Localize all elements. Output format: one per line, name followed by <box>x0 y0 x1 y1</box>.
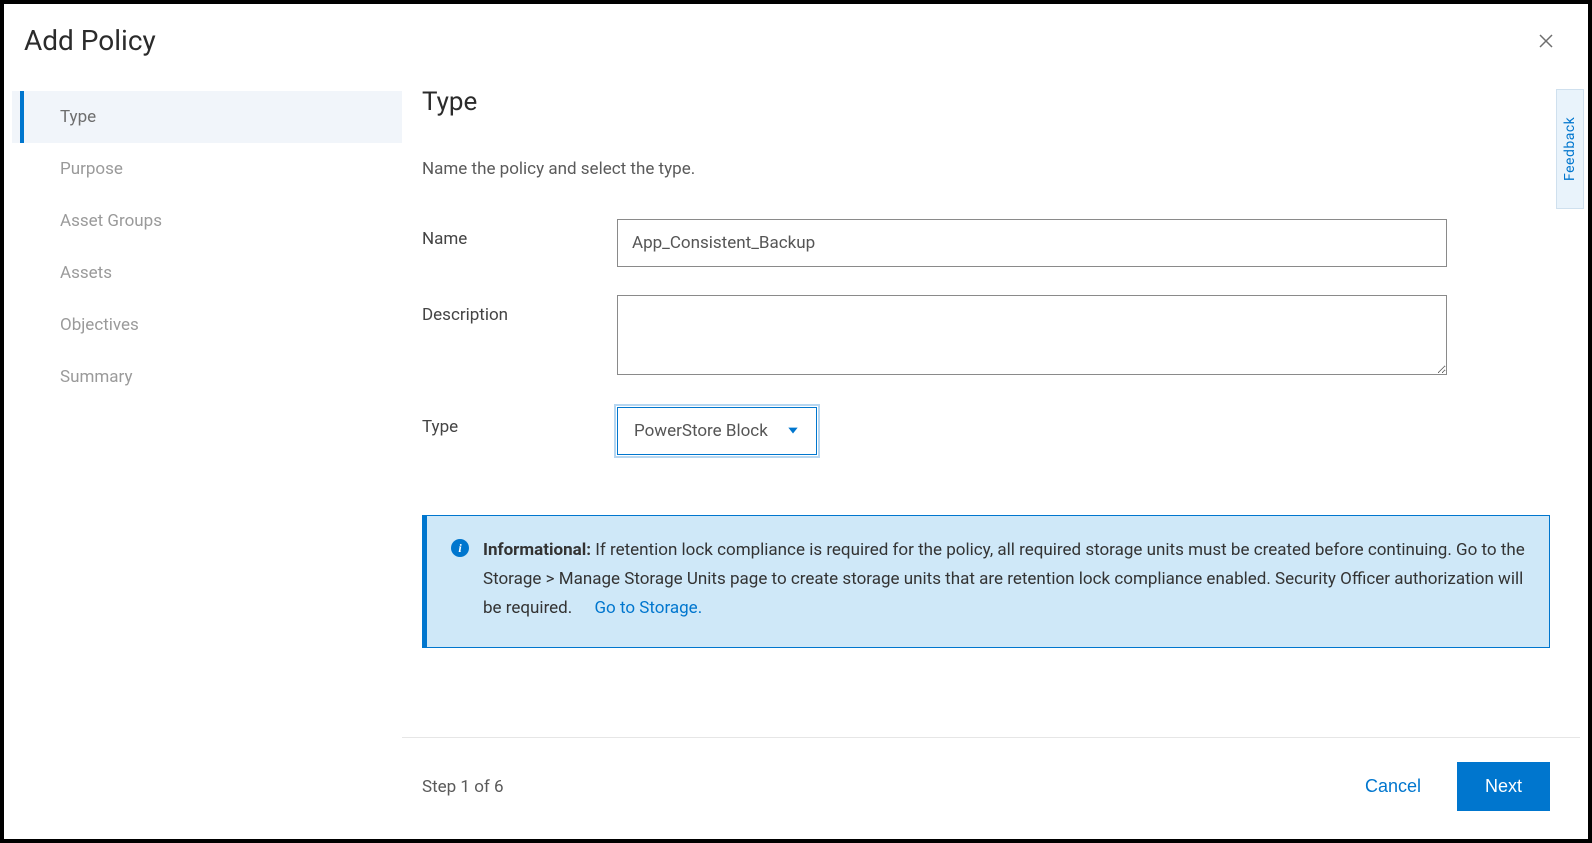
chevron-down-icon <box>786 422 800 441</box>
close-icon[interactable] <box>1532 27 1560 55</box>
next-button[interactable]: Next <box>1457 762 1550 811</box>
step-purpose[interactable]: Purpose <box>12 143 402 195</box>
form-row-type: Type PowerStore Block <box>422 407 1550 455</box>
type-select[interactable]: PowerStore Block <box>617 407 817 455</box>
step-label: Summary <box>60 367 132 387</box>
step-label: Purpose <box>60 159 123 179</box>
wizard-steps-sidebar: Type Purpose Asset Groups Assets Objecti… <box>12 87 402 831</box>
step-indicator: Step 1 of 6 <box>422 777 504 797</box>
info-text: Informational: If retention lock complia… <box>483 536 1525 623</box>
name-label: Name <box>422 219 617 249</box>
step-label: Assets <box>60 263 112 283</box>
feedback-label: Feedback <box>1562 117 1578 181</box>
cancel-button[interactable]: Cancel <box>1357 766 1429 807</box>
dialog-header: Add Policy <box>12 12 1580 57</box>
step-objectives[interactable]: Objectives <box>12 299 402 351</box>
form-row-name: Name <box>422 219 1550 267</box>
wizard-footer: Step 1 of 6 Cancel Next <box>402 737 1580 835</box>
step-summary[interactable]: Summary <box>12 351 402 403</box>
go-to-storage-link[interactable]: Go to Storage. <box>594 598 702 618</box>
form-row-description: Description <box>422 295 1550 379</box>
info-banner: i Informational: If retention lock compl… <box>422 515 1550 648</box>
type-label: Type <box>422 407 617 437</box>
step-label: Objectives <box>60 315 139 335</box>
add-policy-dialog: Add Policy Type Purpose Asse <box>12 12 1580 831</box>
description-label: Description <box>422 295 617 325</box>
dialog-title: Add Policy <box>24 24 156 57</box>
panel-title: Type <box>422 87 1550 117</box>
type-select-value: PowerStore Block <box>634 421 768 441</box>
info-title: Informational: <box>483 540 591 560</box>
feedback-tab[interactable]: Feedback <box>1556 89 1584 209</box>
step-type[interactable]: Type <box>12 91 402 143</box>
step-label: Asset Groups <box>60 211 162 231</box>
step-label: Type <box>60 107 96 127</box>
step-assets[interactable]: Assets <box>12 247 402 299</box>
description-input[interactable] <box>617 295 1447 375</box>
info-icon: i <box>451 539 469 557</box>
name-input[interactable] <box>617 219 1447 267</box>
panel-subtitle: Name the policy and select the type. <box>422 159 1550 179</box>
step-list: Type Purpose Asset Groups Assets Objecti… <box>12 91 402 403</box>
step-asset-groups[interactable]: Asset Groups <box>12 195 402 247</box>
